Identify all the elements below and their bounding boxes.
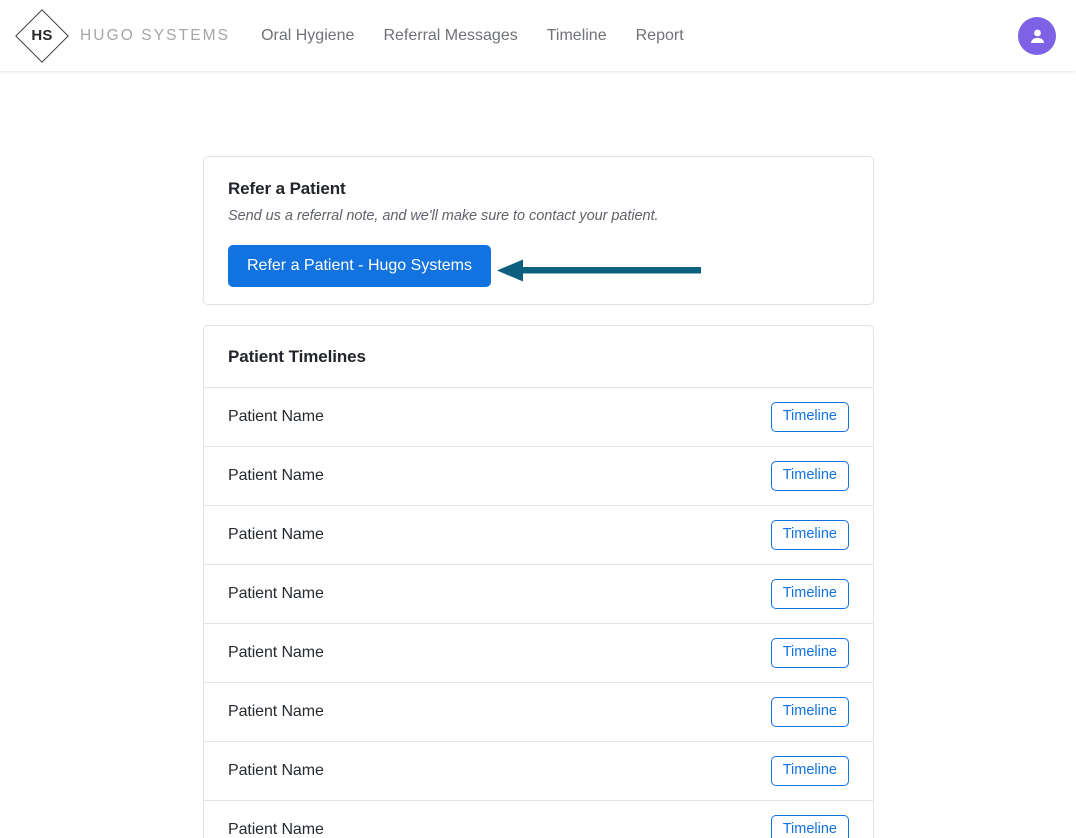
table-row: Patient Name Timeline [204, 506, 873, 565]
table-row: Patient Name Timeline [204, 565, 873, 624]
timelines-card-title: Patient Timelines [228, 347, 849, 367]
table-row: Patient Name Timeline [204, 801, 873, 838]
timelines-card-header: Patient Timelines [204, 326, 873, 388]
nav-item-timeline[interactable]: Timeline [547, 28, 607, 44]
page-body: Refer a Patient Send us a referral note,… [0, 71, 1076, 87]
timeline-button[interactable]: Timeline [771, 697, 849, 728]
patient-name: Patient Name [228, 644, 324, 662]
patient-name: Patient Name [228, 585, 324, 603]
refer-card-title: Refer a Patient [228, 179, 849, 199]
timeline-button[interactable]: Timeline [771, 815, 849, 838]
table-row: Patient Name Timeline [204, 447, 873, 506]
table-row: Patient Name Timeline [204, 742, 873, 801]
site-header: HS HUGO SYSTEMS Oral Hygiene Referral Me… [0, 0, 1076, 71]
nav-item-referral-messages[interactable]: Referral Messages [383, 28, 517, 44]
nav-item-oral-hygiene[interactable]: Oral Hygiene [261, 28, 354, 44]
table-row: Patient Name Timeline [204, 683, 873, 742]
patient-name: Patient Name [228, 762, 324, 780]
timeline-button[interactable]: Timeline [771, 756, 849, 787]
patient-name: Patient Name [228, 526, 324, 544]
patient-name: Patient Name [228, 703, 324, 721]
nav-item-report[interactable]: Report [636, 28, 684, 44]
diamond-logo-icon: HS [14, 8, 70, 64]
refer-card-subtitle: Send us a referral note, and we'll make … [228, 208, 849, 224]
timeline-button[interactable]: Timeline [771, 402, 849, 433]
user-avatar-icon [1027, 26, 1048, 47]
patient-name: Patient Name [228, 821, 324, 838]
timeline-button[interactable]: Timeline [771, 579, 849, 610]
timeline-button[interactable]: Timeline [771, 638, 849, 669]
brand-name: HUGO SYSTEMS [80, 27, 230, 45]
patient-name: Patient Name [228, 408, 324, 426]
table-row: Patient Name Timeline [204, 388, 873, 447]
patient-name: Patient Name [228, 467, 324, 485]
refer-a-patient-button[interactable]: Refer a Patient - Hugo Systems [228, 245, 491, 287]
main-navigation: Oral Hygiene Referral Messages Timeline … [261, 28, 684, 44]
table-row: Patient Name Timeline [204, 624, 873, 683]
timeline-button[interactable]: Timeline [771, 520, 849, 551]
timeline-button[interactable]: Timeline [771, 461, 849, 492]
patient-timelines-card: Patient Timelines Patient Name Timeline … [203, 325, 874, 838]
brand-logo[interactable]: HS HUGO SYSTEMS [14, 8, 230, 64]
avatar[interactable] [1018, 17, 1056, 55]
refer-a-patient-card: Refer a Patient Send us a referral note,… [203, 156, 874, 305]
logo-initials: HS [31, 27, 52, 44]
